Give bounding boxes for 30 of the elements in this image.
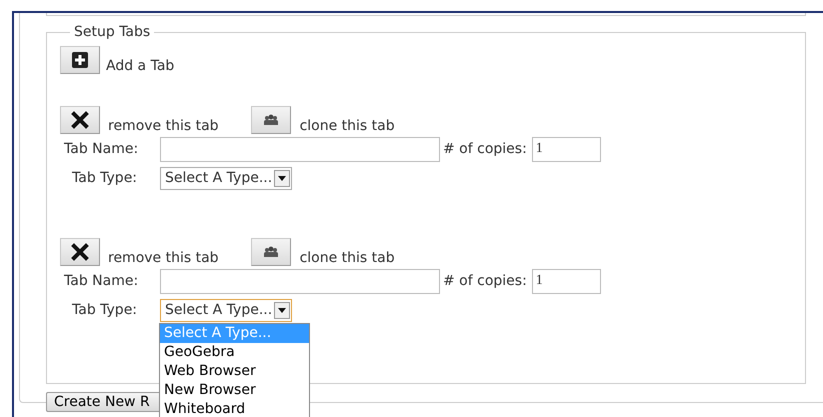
close-icon (71, 111, 89, 129)
copies-field[interactable]: 1 (532, 269, 601, 294)
tab-name-label: Tab Name: (63, 272, 140, 291)
copies-field[interactable]: 1 (532, 137, 601, 162)
panel-legend: Setup Tabs (70, 22, 154, 43)
clone-tab-button[interactable] (250, 238, 291, 266)
tab-name-field[interactable] (160, 269, 440, 294)
plus-icon (72, 52, 88, 68)
dropdown-option[interactable]: Web Browser (160, 362, 309, 381)
remove-tab-button[interactable] (60, 106, 100, 134)
close-icon (71, 243, 89, 261)
dropdown-option[interactable]: GeoGebra (160, 343, 309, 362)
tab-type-label: Tab Type: (71, 301, 138, 320)
tab-name-label: Tab Name: (63, 140, 140, 159)
tab-type-select[interactable]: Select A Type... (160, 299, 292, 322)
remove-tab-button[interactable] (60, 238, 100, 266)
add-tab-label: Add a Tab (106, 59, 174, 73)
copies-label: # of copies: (443, 140, 527, 159)
tab-type-label: Tab Type: (71, 169, 138, 188)
tab-type-select[interactable]: Select A Type... (160, 167, 292, 190)
clone-tab-button[interactable] (250, 106, 291, 134)
clone-tab-label: clone this tab (300, 251, 395, 265)
tab-name-field[interactable] (160, 137, 440, 162)
remove-tab-label: remove this tab (108, 251, 219, 265)
clone-tab-label: clone this tab (300, 119, 395, 133)
copies-label: # of copies: (443, 272, 527, 291)
remove-tab-label: remove this tab (108, 119, 219, 133)
add-tab-button[interactable] (60, 46, 100, 74)
people-icon (262, 246, 279, 258)
people-icon (262, 114, 279, 126)
